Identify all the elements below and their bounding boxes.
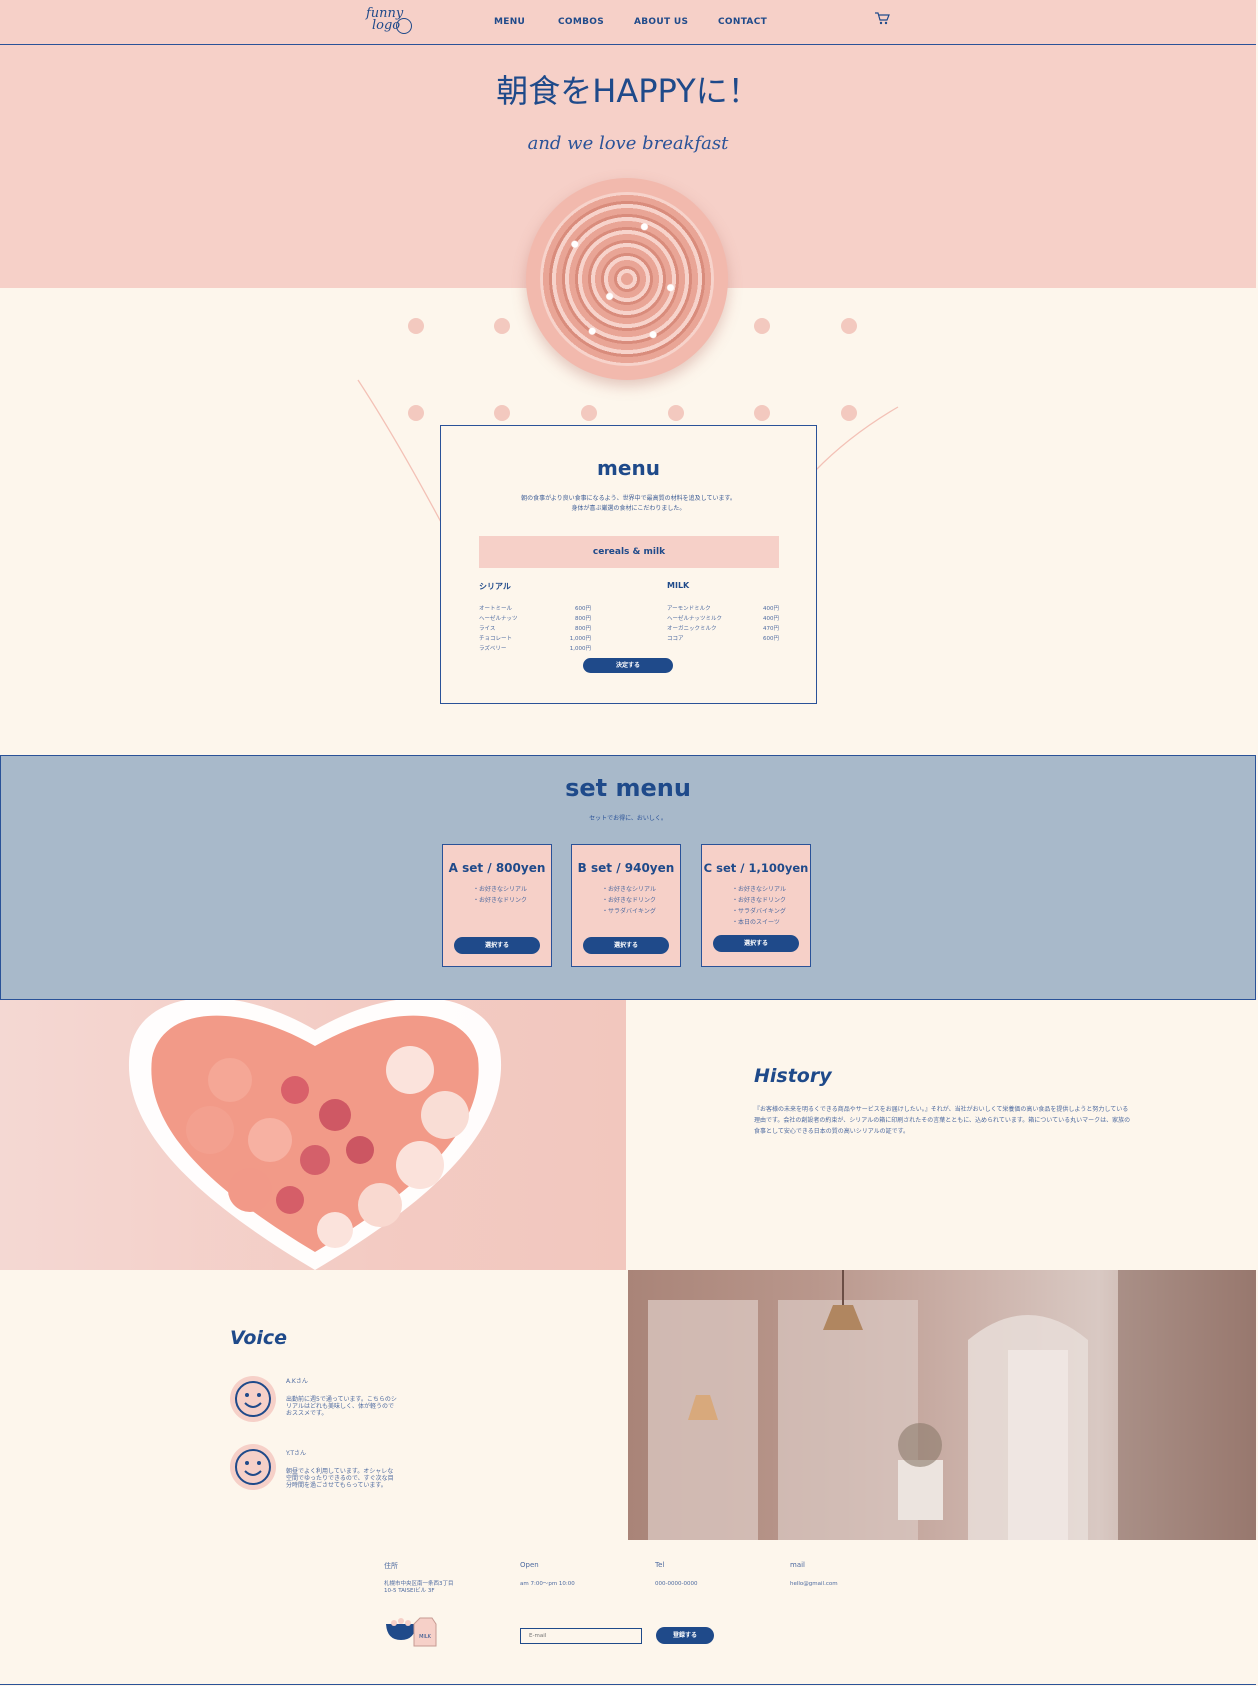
decor-dot xyxy=(581,405,597,421)
set-menu-section: set menu セットでお得に、おいしく。 A set / 800yen ・お… xyxy=(0,755,1256,1000)
menu-description: 朝の食事がより良い食事になるよう、世界中で最高質の材料を追及しています。 xyxy=(521,495,736,502)
logo-ring-icon xyxy=(396,18,412,34)
set-card-c: C set / 1,100yen ・お好きなシリアル ・お好きなドリンク ・サラ… xyxy=(701,844,811,967)
footer-mail-label: mail xyxy=(790,1561,805,1569)
smiley-avatar-icon xyxy=(230,1376,276,1422)
decor-dot xyxy=(841,318,857,334)
set-card-item: ・お好きなシリアル xyxy=(602,886,656,893)
heart-bowl-image xyxy=(0,1000,626,1270)
menu-item: ヘーゼルナッツ 800円 xyxy=(479,616,591,622)
voice-name: A.Kさん xyxy=(286,1378,308,1385)
decor-dot xyxy=(668,405,684,421)
set-card-item: ・お好きなドリンク xyxy=(473,897,528,904)
voice-name: Y.Tさん xyxy=(286,1450,307,1457)
decide-button[interactable]: 決定する xyxy=(583,658,673,673)
footer-breakfast-icon: MILK xyxy=(386,1617,437,1647)
history-title: History xyxy=(754,1065,832,1087)
select-set-a-button[interactable]: 選択する xyxy=(454,937,540,954)
menu-item: ココア 600円 xyxy=(667,636,779,642)
menu-item: ライス 800円 xyxy=(479,626,591,632)
email-input[interactable] xyxy=(520,1628,642,1644)
register-button[interactable]: 登録する xyxy=(656,1627,714,1644)
footer-mail-value: hello@gmail.com xyxy=(790,1581,838,1587)
menu-item: ヘーゼルナッツミルク 400円 xyxy=(667,616,779,622)
cart-icon[interactable] xyxy=(874,11,890,25)
menu-item: アーモンドミルク 400円 xyxy=(667,606,779,612)
cafe-interior-image xyxy=(628,1270,1256,1540)
milk-column-heading: MILK xyxy=(667,581,690,590)
set-card-title: C set / 1,100yen xyxy=(703,861,809,875)
set-card-b: B set / 940yen ・お好きなシリアル ・お好きなドリンク ・サラダバ… xyxy=(571,844,681,967)
footer-tel-value: 000-0000-0000 xyxy=(655,1581,698,1587)
decor-dot xyxy=(408,318,424,334)
set-card-item: ・本日のスイーツ xyxy=(732,919,780,926)
footer-address-value: 札幌市中央区南一条西3丁目 10-5 TAISEIビル 3F xyxy=(384,1581,454,1594)
menu-card: menu 朝の食事がより良い食事になるよう、世界中で最高質の材料を追及しています… xyxy=(440,425,817,704)
nav-link-combos[interactable]: COMBOS xyxy=(558,17,604,27)
menu-item: オートミール 600円 xyxy=(479,606,591,612)
hero-subtitle: and we love breakfast xyxy=(527,133,729,154)
set-card-item: ・お好きなシリアル xyxy=(732,886,786,893)
set-card-item: ・お好きなシリアル xyxy=(473,886,527,893)
top-nav xyxy=(0,0,1256,45)
set-card-a: A set / 800yen ・お好きなシリアル ・お好きなドリンク 選択する xyxy=(442,844,552,967)
set-card-title: A set / 800yen xyxy=(448,861,546,875)
menu-title: menu xyxy=(597,456,660,480)
set-card-item: ・サラダバイキング xyxy=(602,908,656,915)
menu-category-band: cereals & milk xyxy=(479,536,779,568)
logo[interactable]: funny logo xyxy=(366,7,414,36)
set-card-item: ・お好きなドリンク xyxy=(732,897,787,904)
menu-item: ラズベリー 1,000円 xyxy=(479,646,591,652)
decor-dot xyxy=(494,318,510,334)
decor-dot xyxy=(494,405,510,421)
cafe-interior-illustration xyxy=(648,1270,1256,1540)
nav-link-about-us[interactable]: ABOUT US xyxy=(634,17,688,27)
cereal-bowl-image xyxy=(526,178,728,380)
set-card-title: B set / 940yen xyxy=(577,861,675,875)
hero-title: 朝食をHAPPYに！ xyxy=(496,72,760,110)
footer-divider xyxy=(0,1684,1256,1685)
nav-link-menu[interactable]: MENU xyxy=(494,17,525,27)
voice-text: 朝昼でよく利用しています。オシャレな空間でゆったりできるので、すぐ次な目分時間を… xyxy=(286,1468,394,1489)
heart-bowl-illustration xyxy=(128,1000,502,1270)
milk-carton-label: MILK xyxy=(419,1634,432,1640)
smiley-avatar-icon xyxy=(230,1444,276,1490)
voice-title: Voice xyxy=(230,1327,288,1349)
decor-dot xyxy=(754,405,770,421)
menu-description: 身体が喜ぶ厳選の食材にこだわりました。 xyxy=(571,505,686,512)
set-card-item: ・お好きなドリンク xyxy=(602,897,657,904)
select-set-c-button[interactable]: 選択する xyxy=(713,935,799,952)
set-card-item: ・サラダバイキング xyxy=(732,908,786,915)
menu-item: オーガニックミルク 470円 xyxy=(667,626,779,632)
set-menu-title: set menu xyxy=(565,774,691,802)
set-menu-subtitle: セットでお得に、おいしく。 xyxy=(589,815,667,822)
nav-link-contact[interactable]: CONTACT xyxy=(718,17,767,27)
footer-address-label: 住所 xyxy=(384,1562,398,1570)
decor-dot xyxy=(754,318,770,334)
voice-text: 出勤前に週5で通っています。こちらのシリアルはどれも美味しく、体が軽うのでおスス… xyxy=(286,1396,397,1417)
cereal-column-heading: シリアル xyxy=(479,582,511,591)
decor-arc xyxy=(814,406,899,472)
menu-item: チョコレート 1,000円 xyxy=(479,636,591,642)
history-text: 『お客様の未来を明るくできる商品やサービスをお届けしたい。』それが、当社がおいし… xyxy=(754,1106,1131,1135)
footer-open-label: Open xyxy=(520,1561,539,1569)
select-set-b-button[interactable]: 選択する xyxy=(583,937,669,954)
footer-open-value: am 7:00～pm 10:00 xyxy=(520,1581,575,1587)
footer-tel-label: Tel xyxy=(655,1561,665,1569)
